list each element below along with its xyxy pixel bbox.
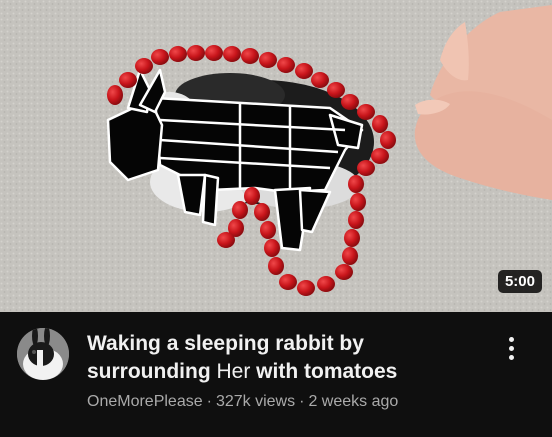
title-before: surrounding [87, 360, 217, 383]
video-title-line-2: surrounding Her with tomatoes [87, 358, 487, 386]
video-title-line-1: Waking a sleeping rabbit by [87, 332, 364, 355]
video-thumbnail[interactable]: 5:00 [0, 0, 552, 312]
menu-dot [508, 354, 514, 360]
separator: · [299, 393, 305, 410]
video-subtitle: OneMorePlease · 327k views · 2 weeks ago [87, 393, 398, 411]
video-duration-badge: 5:00 [497, 270, 542, 293]
upload-age: 2 weeks ago [308, 393, 399, 410]
channel-name[interactable]: OneMorePlease [87, 393, 203, 410]
rabbit-avatar-icon [17, 328, 69, 380]
menu-dot [508, 345, 514, 351]
thumbnail-image [0, 0, 552, 312]
title-overlay-word: Her [216, 360, 251, 383]
more-vert-icon[interactable] [496, 328, 526, 368]
view-count: 327k views [215, 393, 296, 410]
channel-avatar[interactable] [17, 328, 69, 380]
video-title[interactable]: Waking a sleeping rabbit by surrounding … [87, 330, 487, 386]
separator: · [206, 393, 212, 410]
video-card: 5:00 Waking a sleeping rabbit by surroun… [0, 0, 552, 437]
title-after: with tomatoes [250, 360, 398, 383]
video-metadata: Waking a sleeping rabbit by surrounding … [0, 312, 552, 437]
menu-dot [508, 336, 514, 342]
